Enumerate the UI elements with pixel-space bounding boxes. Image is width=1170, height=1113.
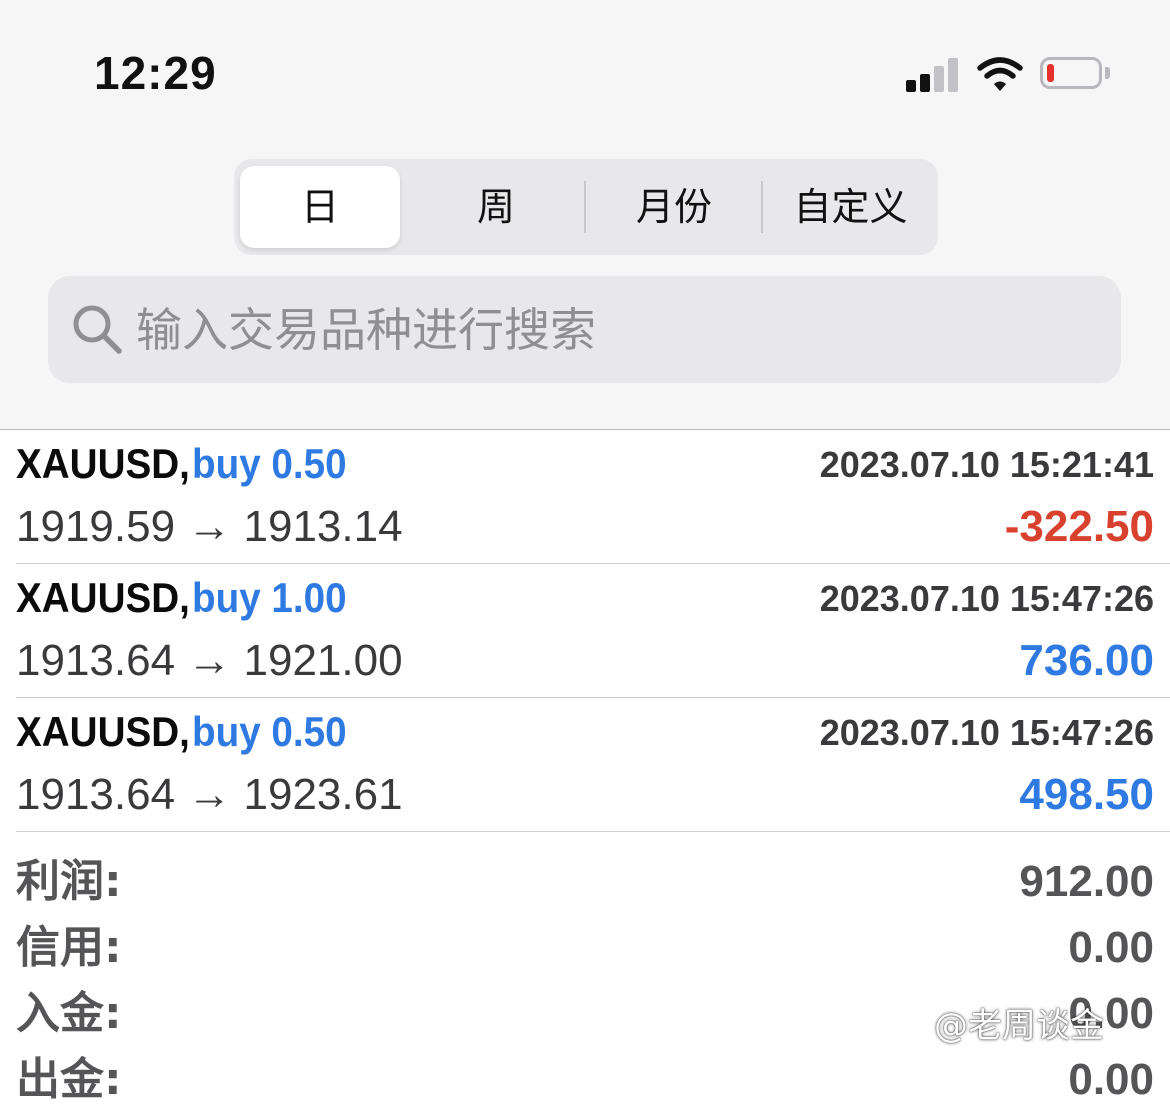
summary-value: 0.00 [1068,1055,1154,1104]
trade-type: buy 0.50 [192,440,347,487]
row-divider [16,831,1170,832]
header-area: 12:29 日 周 月份 自定义 [0,0,1170,430]
tab-week[interactable]: 周 [410,159,582,255]
tab-month[interactable]: 月份 [586,159,762,255]
search-input[interactable] [136,276,1096,383]
summary-profit-row: 利润: 912.00 [0,849,1170,915]
trade-profit: 736.00 [1019,636,1154,685]
tab-custom[interactable]: 自定义 [763,159,938,255]
summary-label: 出金: [16,1054,122,1105]
trade-row[interactable]: XAUUSD, buy 0.50 2023.07.10 15:21:41 191… [0,430,1170,564]
summary-label: 利润: [16,856,122,907]
trade-row[interactable]: XAUUSD, buy 1.00 2023.07.10 15:47:26 191… [0,564,1170,698]
trade-symbol: XAUUSD, [16,440,190,487]
trade-prices: 1919.59 → 1913.14 [16,502,403,551]
summary-withdrawal-row: 出金: 0.00 [0,1047,1170,1113]
search-bar[interactable] [48,276,1121,383]
trade-profit: -322.50 [1004,502,1154,551]
battery-level [1047,64,1054,82]
battery-icon [1040,57,1102,89]
summary-label: 入金: [16,988,122,1039]
battery-tip [1105,67,1110,79]
trade-symbol: XAUUSD, [16,574,190,621]
period-segmented-control: 日 周 月份 自定义 [234,159,938,255]
trade-symbol: XAUUSD, [16,708,190,755]
tab-day[interactable]: 日 [240,159,400,255]
trade-type: buy 1.00 [192,574,347,621]
search-icon [73,305,122,354]
wifi-icon [977,57,1023,91]
summary-value: 0.00 [1068,923,1154,972]
watermark: @老周谈金 [934,1006,1104,1046]
trade-time: 2023.07.10 15:47:26 [819,712,1154,753]
trade-profit: 498.50 [1019,770,1154,819]
trade-prices: 1913.64 → 1923.61 [16,770,403,819]
trade-row[interactable]: XAUUSD, buy 0.50 2023.07.10 15:47:26 191… [0,698,1170,832]
summary-value: 912.00 [1019,857,1154,906]
trade-type: buy 0.50 [192,708,347,755]
summary-credit-row: 信用: 0.00 [0,915,1170,981]
summary-label: 信用: [16,922,122,973]
trade-prices: 1913.64 → 1921.00 [16,636,403,685]
status-time: 12:29 [94,47,217,99]
trade-time: 2023.07.10 15:21:41 [819,444,1154,485]
signal-icon [906,56,960,92]
trade-time: 2023.07.10 15:47:26 [819,578,1154,619]
